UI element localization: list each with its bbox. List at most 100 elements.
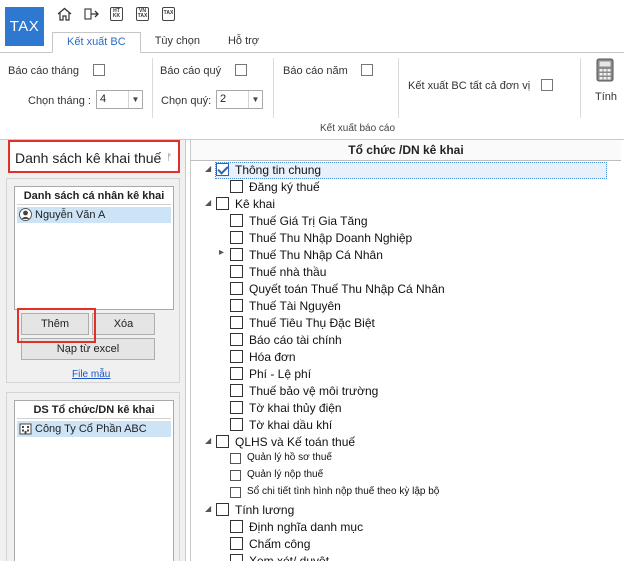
collapse-arrow-icon[interactable]: ◢ <box>205 436 215 445</box>
pin-icon[interactable]: ᚠ <box>167 152 172 162</box>
tree-row[interactable]: Tờ khai dầu khí <box>219 417 607 434</box>
tree-checkbox[interactable] <box>230 401 243 414</box>
tree-checkbox[interactable] <box>230 299 243 312</box>
tab-tuy-chon[interactable]: Tùy chọn <box>141 32 214 53</box>
tree-checkbox[interactable] <box>230 384 243 397</box>
tree-checkbox[interactable] <box>230 214 243 227</box>
tree-checkbox[interactable] <box>216 503 229 516</box>
tree-row[interactable]: Sổ chi tiết tình hình nộp thuế theo kỳ l… <box>219 485 607 502</box>
tree-row[interactable]: ▸ Thuế Thu Nhập Cá Nhân <box>219 247 607 264</box>
tree-row[interactable]: Thuế Giá Trị Gia Tăng <box>219 213 607 230</box>
tree-checkbox[interactable] <box>230 316 243 329</box>
tree-row[interactable]: Thuế nhà thầu <box>219 264 607 281</box>
tree-row[interactable]: ◢ Kê khai <box>205 196 607 213</box>
tab-ho-tro[interactable]: Hỗ trợ <box>214 32 273 53</box>
ribbon-separator <box>273 58 274 118</box>
tree-row[interactable]: Thuế bảo vệ môi trường <box>219 383 607 400</box>
tree-row[interactable]: Định nghĩa danh mục <box>219 519 607 536</box>
list-item[interactable]: Công Ty Cổ Phần ABC <box>17 421 171 437</box>
tree-checkbox[interactable] <box>216 435 229 448</box>
tinh-button[interactable]: Tính <box>592 58 620 108</box>
tree-row[interactable]: Quản lý hồ sơ thuế <box>219 451 607 468</box>
xoa-button[interactable]: Xóa <box>92 313 155 335</box>
tree-checkbox[interactable] <box>230 367 243 380</box>
tree-row[interactable]: Thuế Thu Nhập Doanh Nghiệp <box>219 230 607 247</box>
tree-row[interactable]: Báo cáo tài chính <box>219 332 607 349</box>
tree-checkbox[interactable] <box>230 248 243 261</box>
app-logo[interactable]: TAX <box>5 7 44 46</box>
individuals-list[interactable]: Danh sách cá nhân kê khai Nguyễn Văn A <box>14 186 174 310</box>
tree-row-label: Thuế Giá Trị Gia Tăng <box>249 214 368 228</box>
file-mau-link[interactable]: File mẫu <box>72 369 110 380</box>
chevron-down-icon[interactable]: ▼ <box>248 91 262 108</box>
tree-row[interactable]: Chấm công <box>219 536 607 553</box>
list-item[interactable]: Nguyễn Văn A <box>17 207 171 223</box>
tree-row[interactable]: ◢ Thông tin chung <box>205 162 607 179</box>
collapse-arrow-icon[interactable]: ◢ <box>205 198 215 207</box>
tree-row-label: Chấm công <box>249 537 311 551</box>
tree-checkbox[interactable] <box>230 333 243 346</box>
tree-checkbox[interactable] <box>230 282 243 295</box>
tree-row[interactable]: Phí - Lệ phí <box>219 366 607 383</box>
tree-checkbox[interactable] <box>216 197 229 210</box>
left-panel-header: Danh sách kê khai thuế ᚠ <box>8 140 180 173</box>
tree-row[interactable]: Xem xét/ duyệt <box>219 553 607 561</box>
chevron-down-icon[interactable]: ▼ <box>128 91 142 108</box>
individual-name: Nguyễn Văn A <box>35 209 106 221</box>
tree-row-label: Kê khai <box>235 197 276 211</box>
bao-cao-quy-checkbox[interactable] <box>235 64 247 76</box>
expand-arrow-icon[interactable]: ▸ <box>219 247 229 258</box>
tree-row-label: Phí - Lệ phí <box>249 367 312 381</box>
tree-checkbox[interactable] <box>230 554 243 561</box>
import-icon[interactable] <box>84 6 100 22</box>
tree-row[interactable]: ◢ QLHS và Kế toán thuế <box>205 434 607 451</box>
tree-row-label: Thông tin chung <box>235 163 322 177</box>
ribbon-tabs: Kết xuất BC Tùy chọn Hỗ trợ <box>52 32 273 53</box>
home-icon[interactable] <box>56 6 72 22</box>
tree-row-label: Báo cáo tài chính <box>249 333 342 347</box>
tab-ket-xuat-bc[interactable]: Kết xuất BC <box>52 32 141 53</box>
organization-name: Công Ty Cổ Phần ABC <box>35 423 147 435</box>
tree-checkbox[interactable] <box>230 520 243 533</box>
app-logo-text: TAX <box>9 18 40 35</box>
tree-checkbox[interactable] <box>230 470 241 481</box>
tree-row[interactable]: Thuế Tiêu Thụ Đặc Biệt <box>219 315 607 332</box>
tree-row[interactable]: Tờ khai thủy điện <box>219 400 607 417</box>
ribbon-separator <box>398 58 399 118</box>
collapse-arrow-icon[interactable]: ◢ <box>205 504 215 513</box>
left-panel-title: Danh sách kê khai thuế <box>15 150 162 166</box>
tree-row[interactable]: Thuế Tài Nguyên <box>219 298 607 315</box>
tree-row[interactable]: Quản lý nộp thuế <box>219 468 607 485</box>
tree-checkbox[interactable] <box>230 265 243 278</box>
building-icon <box>19 423 32 435</box>
tax-icon[interactable]: TAX <box>162 6 175 22</box>
chon-quy-dropdown[interactable]: 2 ▼ <box>216 90 263 109</box>
tree-row-label: Tờ khai thủy điện <box>249 401 342 415</box>
tree-checkbox[interactable] <box>230 180 243 193</box>
bao-cao-thang-checkbox[interactable] <box>93 64 105 76</box>
tree-row-label: Tờ khai dầu khí <box>249 418 333 432</box>
ket-xuat-tat-ca-checkbox[interactable] <box>541 79 553 91</box>
tree-row[interactable]: ◢ Tính lương <box>205 502 607 519</box>
tree-checkbox[interactable] <box>230 350 243 363</box>
collapse-arrow-icon[interactable]: ◢ <box>205 164 215 173</box>
tree-row[interactable]: Quyết toán Thuế Thu Nhập Cá Nhân <box>219 281 607 298</box>
tree-checkbox[interactable] <box>230 418 243 431</box>
vn-tax-icon[interactable]: VN TAX <box>136 6 149 22</box>
tree-checkbox[interactable] <box>230 453 241 464</box>
tree-checkbox[interactable] <box>230 231 243 244</box>
tree-row[interactable]: Hóa đơn <box>219 349 607 366</box>
ht-kk-icon[interactable]: HT KK <box>110 6 123 22</box>
tree-checkbox[interactable] <box>230 487 241 498</box>
organizations-list[interactable]: DS Tổ chức/DN kê khai Công Ty Cổ Phần AB… <box>14 400 174 561</box>
tree-checkbox[interactable] <box>216 163 229 176</box>
chon-thang-dropdown[interactable]: 4 ▼ <box>96 90 143 109</box>
tree-row-label: Tính lương <box>235 503 295 517</box>
tree-row-label: Thuế Thu Nhập Doanh Nghiệp <box>249 231 413 245</box>
tree-row-label: Quản lý hồ sơ thuế <box>247 452 332 463</box>
bao-cao-nam-checkbox[interactable] <box>361 64 373 76</box>
tree-checkbox[interactable] <box>230 537 243 550</box>
tree-row[interactable]: Đăng ký thuế <box>219 179 607 196</box>
tree-row-label: Thuế Tài Nguyên <box>249 299 341 313</box>
tree-row-label: Quyết toán Thuế Thu Nhập Cá Nhân <box>249 282 445 296</box>
